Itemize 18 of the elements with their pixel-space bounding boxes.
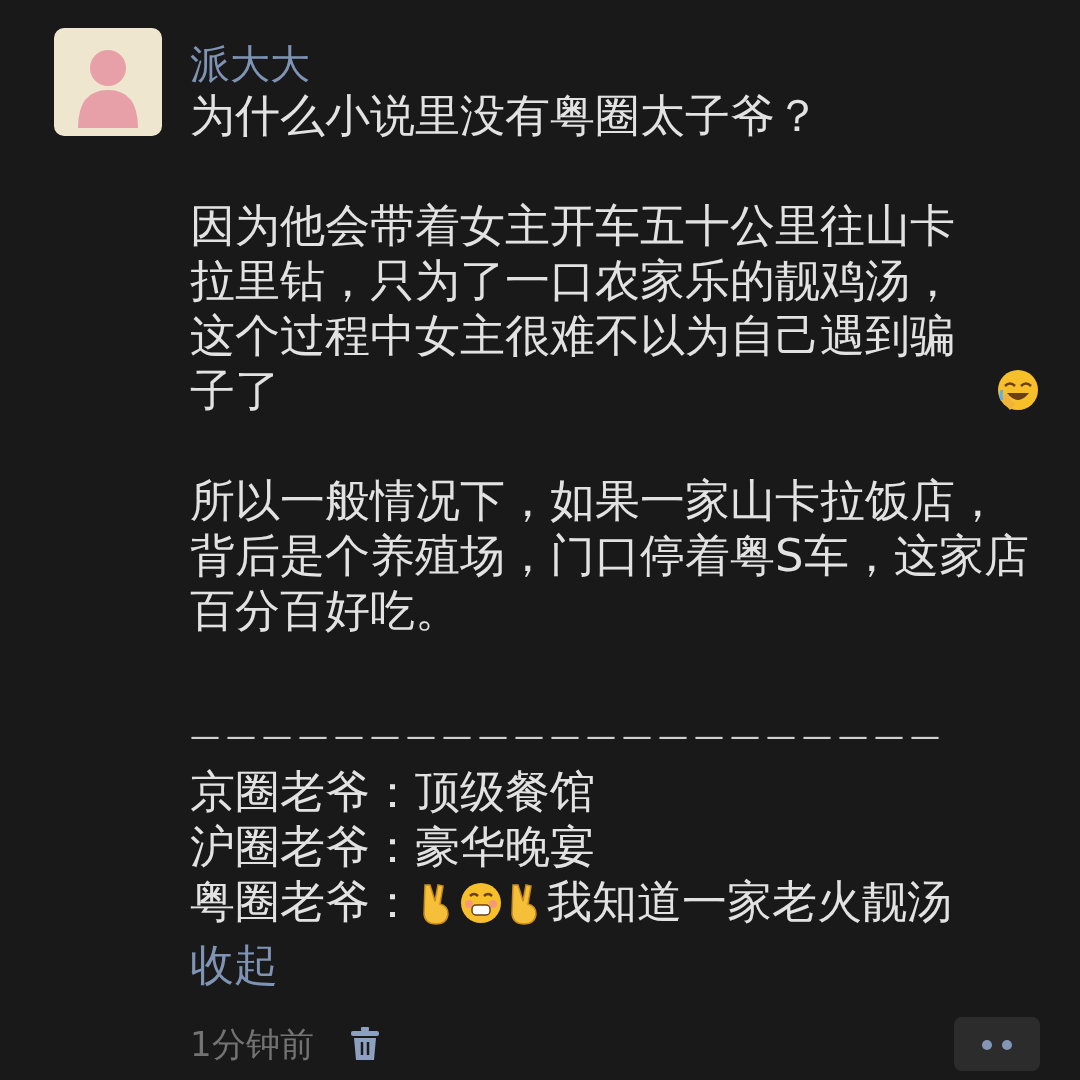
- ranking-text: 我知道一家老火靓汤: [547, 875, 952, 928]
- ranking-text: 顶级餐馆: [415, 765, 595, 818]
- collapse-link[interactable]: 收起: [190, 935, 278, 995]
- post-paragraph: 所以一般情况下，如果一家山卡拉饭店，背后是个养殖场，门口停着粤S车，这家店百分百好吃。: [190, 473, 1030, 638]
- grinning-emoji-icon: [459, 881, 503, 925]
- post-title: 为什么小说里没有粤圈太子爷？: [190, 88, 821, 143]
- trash-icon[interactable]: [349, 1026, 380, 1062]
- more-button[interactable]: [954, 1017, 1040, 1071]
- ranking-label: 粤圈老爷：: [190, 875, 415, 928]
- ranking-label: 京圈老爷：: [190, 765, 415, 818]
- ranking-text: 豪华晚宴: [415, 820, 595, 873]
- ranking-label: 沪圈老爷：: [190, 820, 415, 873]
- more-icon: [980, 1038, 1014, 1051]
- laughing-emoji-icon: [996, 368, 1040, 412]
- author-name[interactable]: 派大大: [190, 40, 1040, 88]
- timestamp: 1分钟前: [190, 1022, 314, 1066]
- divider-text: —————————————————————: [190, 717, 947, 755]
- post-paragraph: 因为他会带着女主开车五十公里往山卡拉里钻，只为了一口农家乐的靓鸡汤，这个过程中女主很难不以为自己遇到骗子了: [190, 198, 956, 418]
